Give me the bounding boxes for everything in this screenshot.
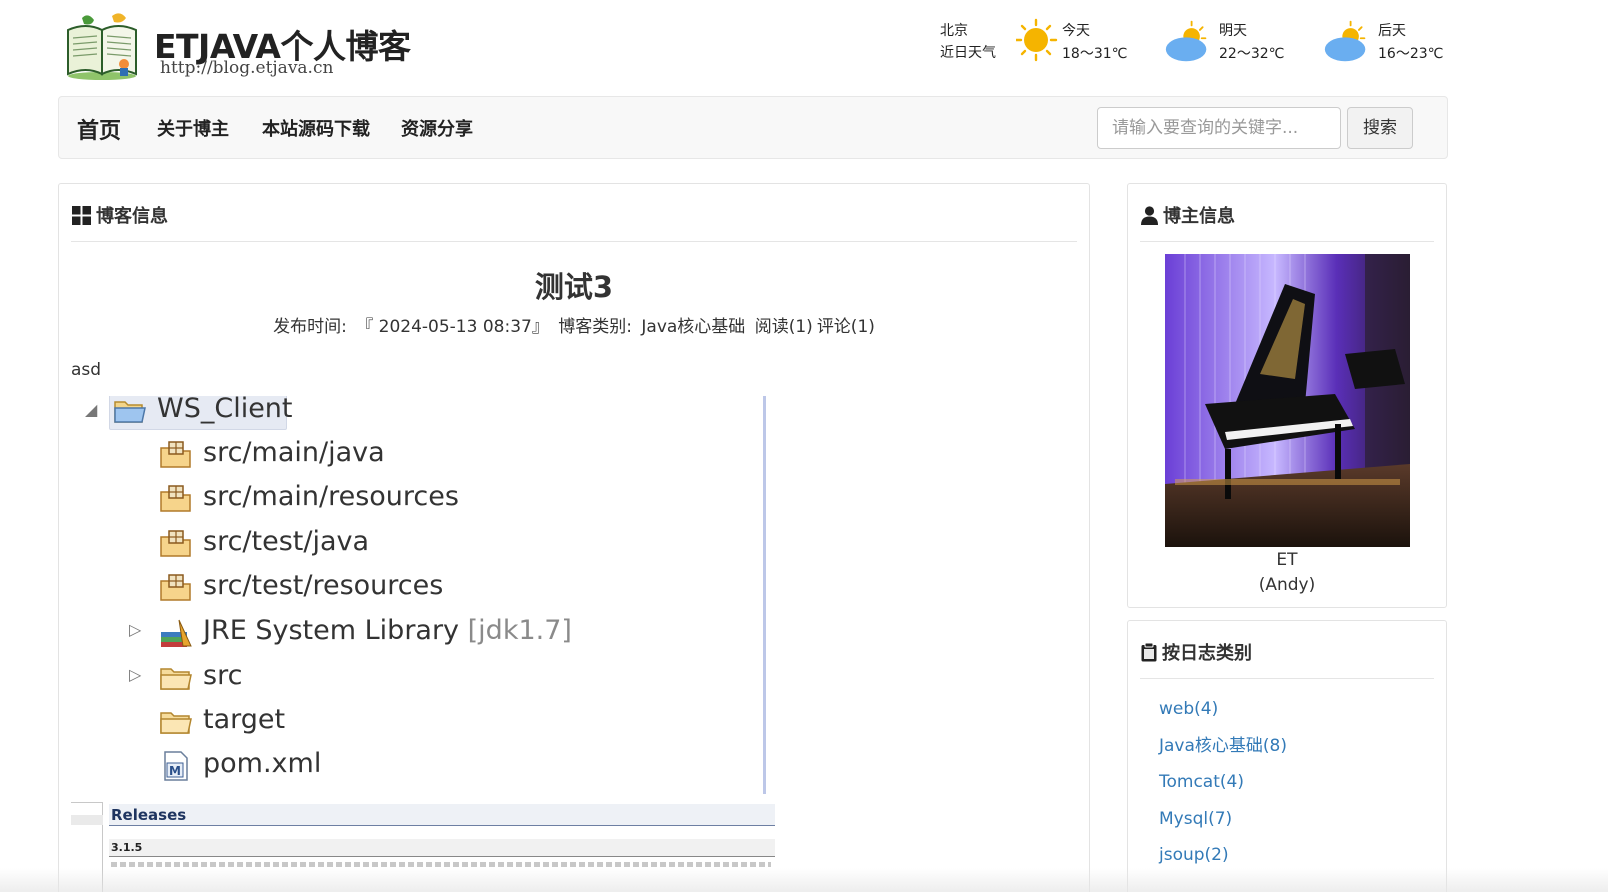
category-heading: 按日志类别 <box>1141 639 1252 665</box>
category-link-tomcat[interactable]: Tomcat(4) <box>1159 764 1287 801</box>
author-name-line1: ET <box>1276 550 1298 570</box>
tree-item-label: src/main/java <box>203 437 385 468</box>
svg-text:M: M <box>169 764 181 778</box>
nav-about[interactable]: 关于博主 <box>157 115 229 141</box>
search-input[interactable]: 请输入要查询的关键字... <box>1097 107 1341 149</box>
piano-photo-image <box>1165 254 1410 547</box>
grid-icon <box>72 206 91 225</box>
package-folder-icon <box>160 530 191 557</box>
blog-info-panel: 博客信息 测试3 发布时间: 『 2024-05-13 08:37』 博客类别:… <box>58 183 1090 892</box>
category-link-java-core[interactable]: Java核心基础(8) <box>1159 728 1287 765</box>
window-bottom-edge <box>0 868 1608 892</box>
tree-item-label: JRE System Library [jdk1.7] <box>203 612 572 650</box>
expand-arrow-icon: ▷ <box>129 620 142 639</box>
tree-item-label: src/test/java <box>203 526 370 557</box>
category-heading-text: 按日志类别 <box>1162 643 1252 664</box>
collapse-arrow-icon: ◢ <box>85 400 98 419</box>
tree-item-label: src/main/resources <box>203 481 459 512</box>
project-folder-icon <box>114 401 146 423</box>
post-title: 测试3 <box>534 270 614 304</box>
book-logo-icon <box>67 13 137 80</box>
search-button[interactable]: 搜索 <box>1347 107 1413 149</box>
page: ETJAVA个人博客 http://blog.etjava.cn 北京 近日天气… <box>0 0 1608 892</box>
expand-arrow-icon: ▷ <box>129 665 142 684</box>
site-logo[interactable]: ETJAVA个人博客 http://blog.etjava.cn <box>62 12 422 84</box>
author-heading: 博主信息 <box>1141 202 1235 228</box>
logo-url: http://blog.etjava.cn <box>160 58 334 78</box>
releases-heading: Releases <box>109 804 775 826</box>
library-icon <box>161 619 192 647</box>
tree-root-label: WS_Client <box>157 396 293 424</box>
weather-today-label: 今天 <box>1062 23 1090 39</box>
package-folder-icon <box>160 485 191 512</box>
weather-today-temp: 18～31℃ <box>1062 46 1128 62</box>
user-icon <box>1141 206 1158 225</box>
nav-resource-share[interactable]: 资源分享 <box>401 115 473 141</box>
folder-icon <box>160 668 192 690</box>
releases-version: 3.1.5 <box>109 839 775 857</box>
post-body-text: asd <box>71 360 102 380</box>
author-photo[interactable] <box>1165 254 1410 547</box>
post-category-label: 博客类别: <box>558 317 632 337</box>
folder-icon <box>160 712 192 734</box>
tree-item-label: pom.xml <box>203 748 322 779</box>
weather-widget: 北京 近日天气 今天 18～31℃ 明天 22～32℃ 后天 16～23℃ <box>940 18 1460 68</box>
author-heading-text: 博主信息 <box>1163 206 1235 227</box>
partly-cloudy-icon <box>1165 20 1207 62</box>
package-folder-icon <box>160 441 191 468</box>
tree-item-label: src <box>203 660 243 691</box>
category-panel: 按日志类别 web(4) Java核心基础(8) Tomcat(4) Mysql… <box>1127 620 1447 892</box>
sun-icon <box>1016 18 1058 62</box>
author-panel: 博主信息 ET (Andy) <box>1127 183 1447 608</box>
blog-info-heading: 博客信息 <box>72 202 168 228</box>
post-comments: 评论(1) <box>816 317 875 337</box>
divider <box>1140 241 1434 242</box>
weather-tomorrow-temp: 22～32℃ <box>1219 46 1285 62</box>
jre-version: [jdk1.7] <box>467 615 572 646</box>
project-tree-image: ◢ WS_Client src/main/java src/main/resou… <box>71 396 775 796</box>
weather-city: 北京 <box>940 23 968 39</box>
tree-item-label: target <box>203 704 286 735</box>
category-list: web(4) Java核心基础(8) Tomcat(4) Mysql(7) js… <box>1159 691 1287 874</box>
post-category: Java核心基础 <box>641 317 746 337</box>
tree-item-label: src/test/resources <box>203 570 444 601</box>
author-name: ET (Andy) <box>1128 548 1446 598</box>
post-meta: 发布时间: 『 2024-05-13 08:37』 博客类别: Java核心基础… <box>59 312 1089 337</box>
divider <box>71 241 1077 242</box>
post-time: 『 2024-05-13 08:37』 <box>356 317 549 337</box>
package-folder-icon <box>160 574 191 601</box>
weather-city-block: 北京 近日天气 <box>940 20 996 64</box>
category-link-web[interactable]: web(4) <box>1159 691 1287 728</box>
maven-file-icon: M <box>164 751 188 781</box>
releases-text-line <box>111 862 771 867</box>
weather-tomorrow-label: 明天 <box>1219 23 1247 39</box>
nav-home[interactable]: 首页 <box>77 113 121 145</box>
post-reads: 阅读(1) <box>754 317 813 337</box>
partly-cloudy-icon <box>1324 20 1366 62</box>
nav-source-download[interactable]: 本站源码下载 <box>262 115 370 141</box>
clipboard-icon <box>1141 643 1157 662</box>
weather-dayafter-temp: 16～23℃ <box>1378 46 1444 62</box>
divider <box>1140 678 1434 679</box>
weather-dayafter-label: 后天 <box>1378 23 1406 39</box>
jre-label: JRE System Library <box>203 615 460 646</box>
post-time-label: 发布时间: <box>273 317 347 337</box>
weather-caption: 近日天气 <box>940 45 996 61</box>
main-navbar: 首页 关于博主 本站源码下载 资源分享 请输入要查询的关键字... 搜索 <box>58 96 1448 159</box>
blog-info-heading-text: 博客信息 <box>96 206 168 227</box>
author-name-line2: (Andy) <box>1258 575 1316 595</box>
category-link-mysql[interactable]: Mysql(7) <box>1159 801 1287 838</box>
image-scrollbar <box>763 396 775 794</box>
